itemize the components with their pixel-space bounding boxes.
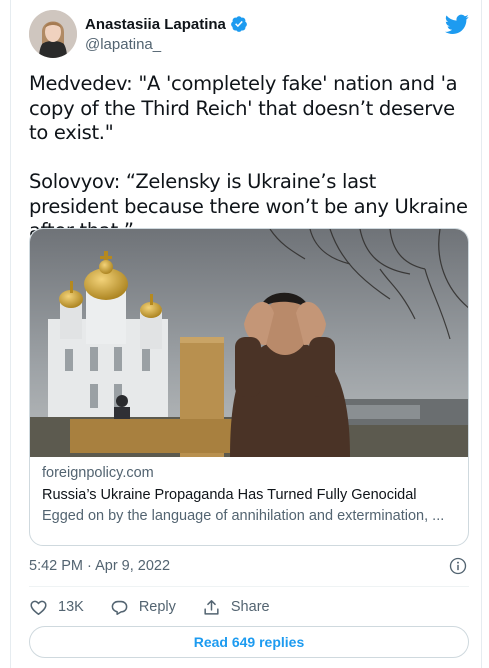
share-label: Share — [230, 599, 270, 615]
share-button[interactable]: Share — [202, 598, 270, 617]
divider — [29, 586, 469, 587]
read-replies-button[interactable]: Read 649 replies — [29, 626, 469, 658]
twitter-bird-icon[interactable] — [445, 12, 469, 36]
timestamp-row: 5:42 PM · Apr 9, 2022 — [29, 557, 469, 577]
link-description: Egged on by the language of annihilation… — [42, 508, 445, 524]
tweet-embed-card: Anastasiia Lapatina @lapatina_ Medvedev:… — [10, 0, 482, 668]
tweet-header: Anastasiia Lapatina @lapatina_ — [29, 10, 469, 62]
author-handle[interactable]: @lapatina_ — [85, 36, 248, 53]
author-name-row: Anastasiia Lapatina — [85, 15, 248, 33]
avatar[interactable] — [29, 10, 77, 58]
author-block: Anastasiia Lapatina @lapatina_ — [85, 15, 248, 53]
link-title: Russia’s Ukraine Propaganda Has Turned F… — [42, 487, 417, 503]
tweet-text: Medvedev: "A 'completely fake' nation an… — [29, 72, 468, 242]
heart-icon — [30, 600, 47, 615]
tweet-actions: 13K Reply Share — [29, 596, 296, 618]
speech-bubble-icon — [111, 600, 128, 615]
link-preview-image — [30, 229, 468, 457]
like-count: 13K — [58, 599, 84, 615]
avatar-portrait-image — [29, 10, 77, 58]
author-name[interactable]: Anastasiia Lapatina — [85, 16, 226, 33]
link-preview-card[interactable]: foreignpolicy.com Russia’s Ukraine Propa… — [29, 228, 469, 546]
link-domain: foreignpolicy.com — [42, 465, 154, 481]
info-icon[interactable] — [449, 557, 467, 575]
reply-label: Reply — [138, 599, 176, 615]
verified-badge-icon — [231, 16, 247, 32]
share-upload-icon — [204, 599, 219, 615]
tweet-timestamp[interactable]: 5:42 PM · Apr 9, 2022 — [29, 558, 170, 574]
reply-button[interactable]: Reply — [110, 598, 176, 617]
link-preview-meta: foreignpolicy.com Russia’s Ukraine Propa… — [42, 465, 458, 524]
like-button[interactable]: 13K — [29, 598, 84, 617]
